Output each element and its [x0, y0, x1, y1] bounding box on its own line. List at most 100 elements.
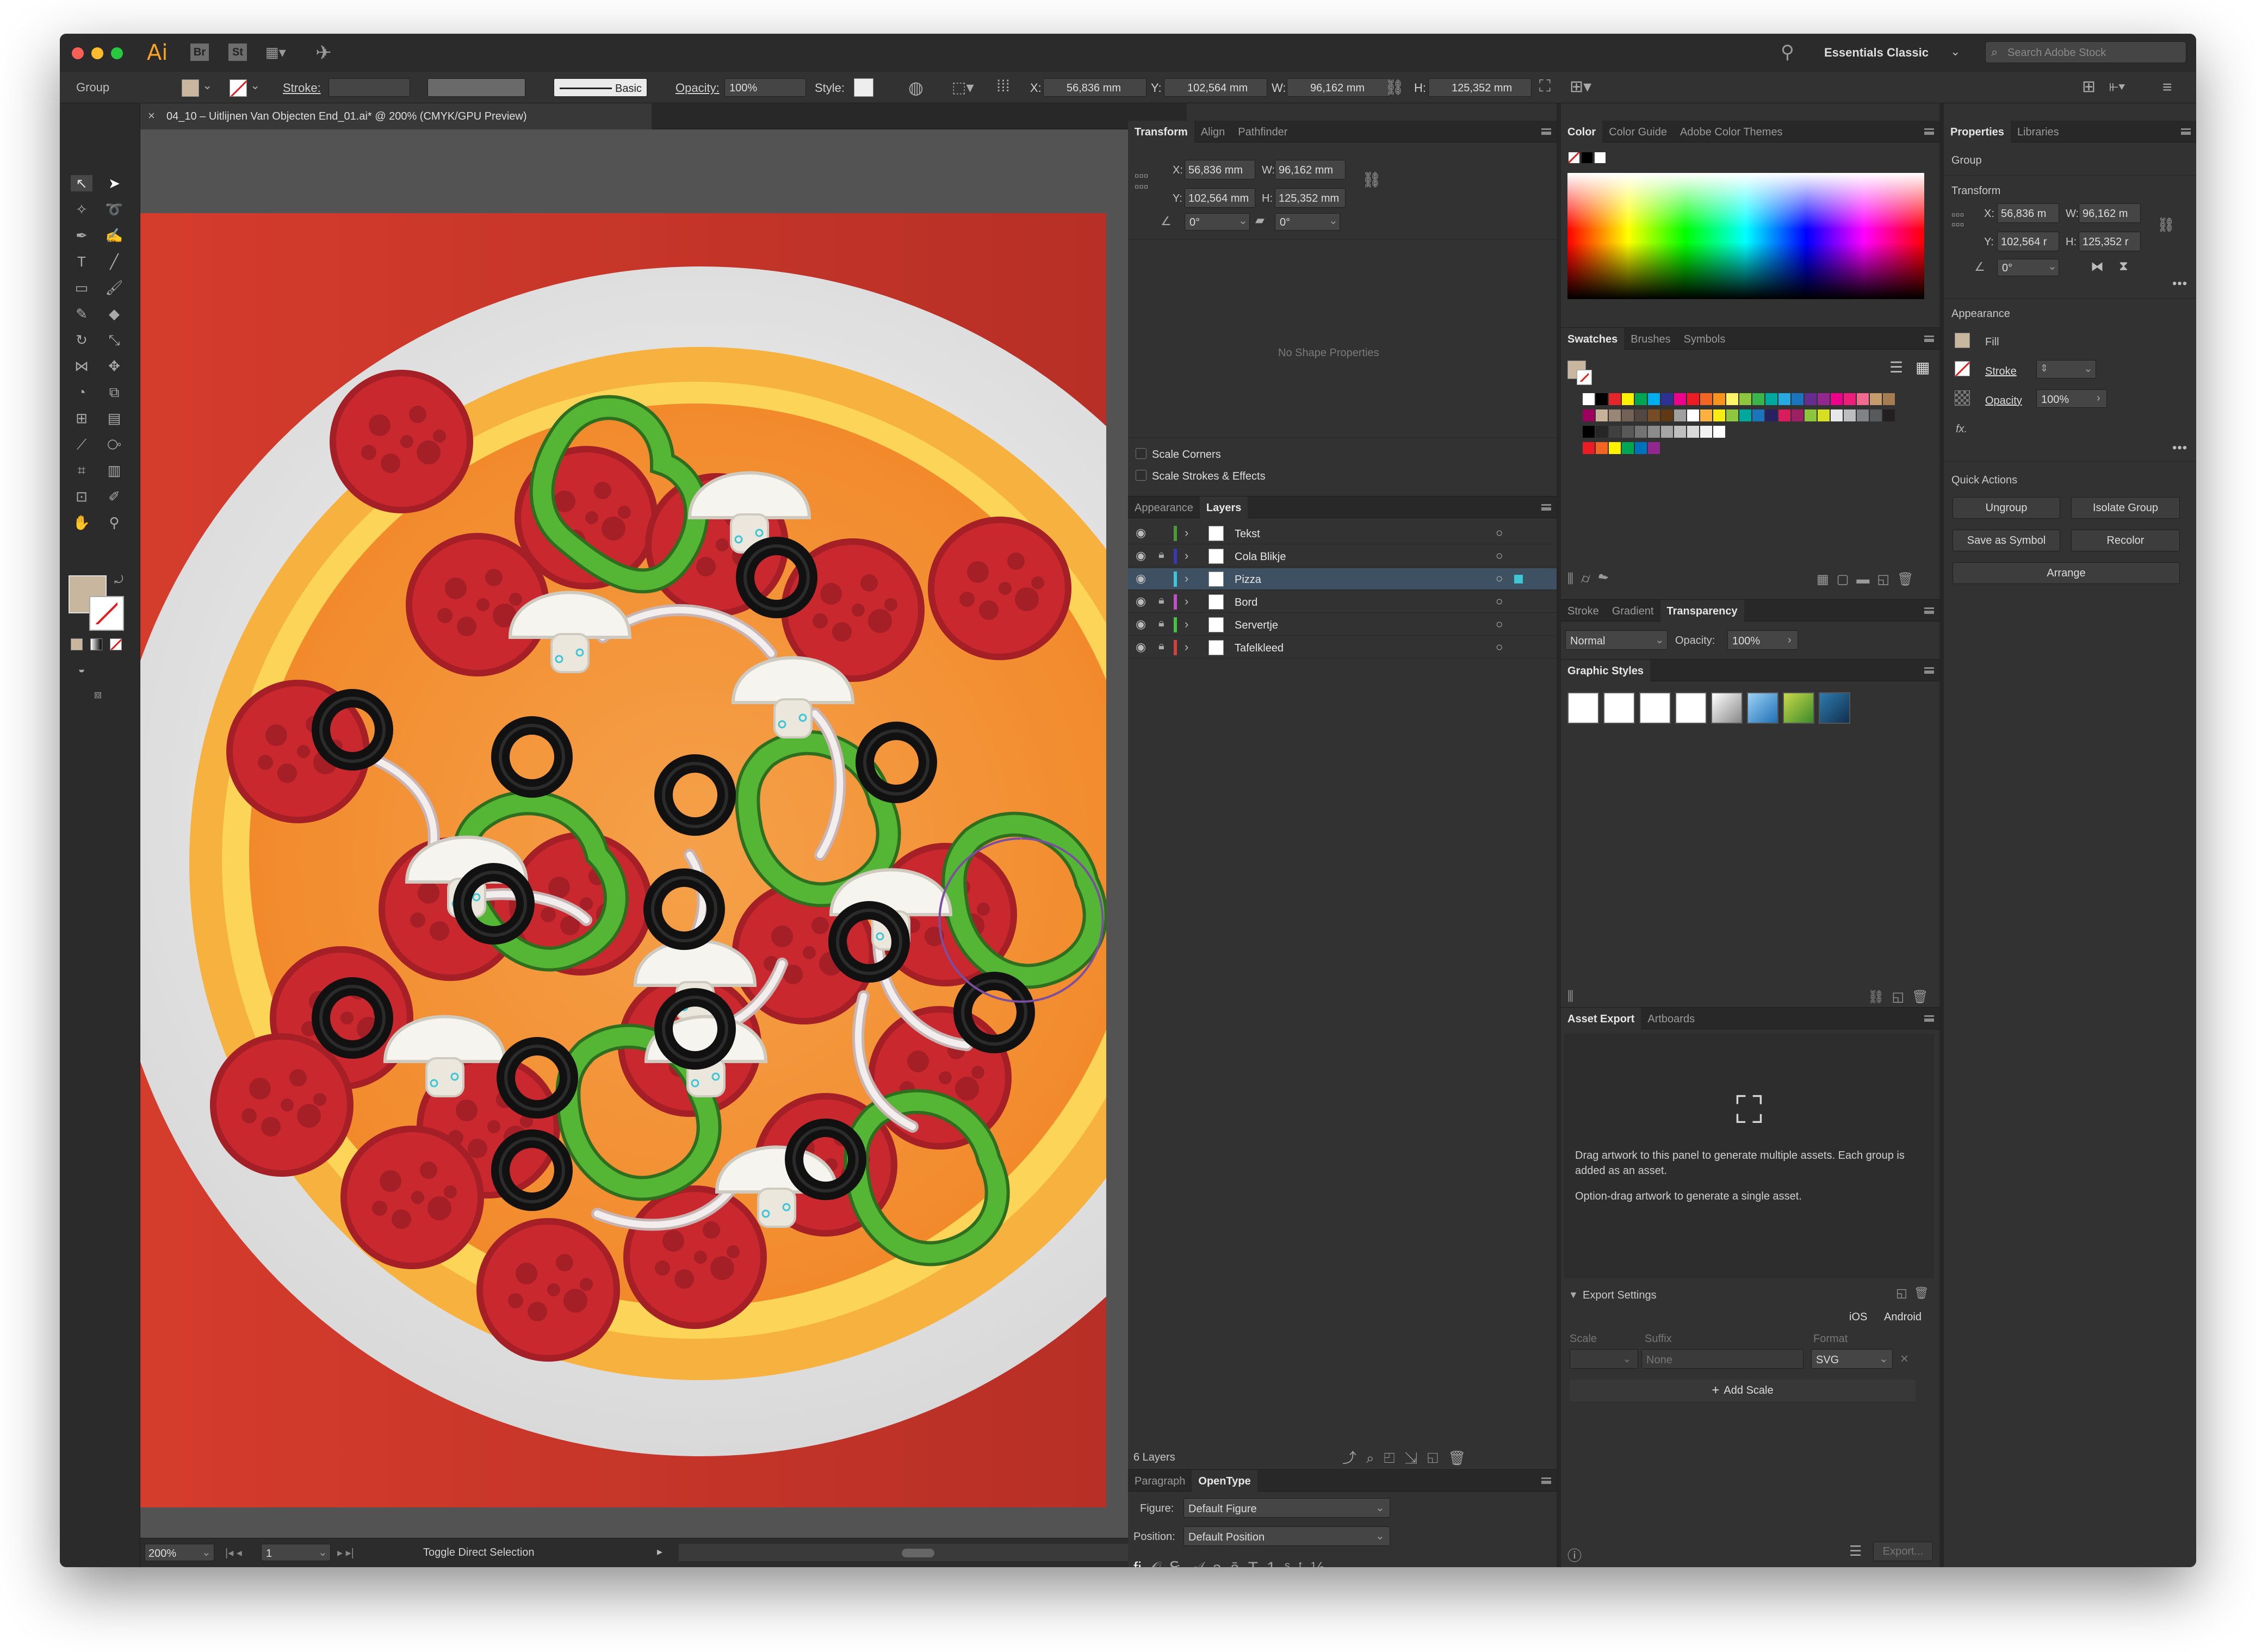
graphic-style-tile[interactable]: [1747, 692, 1778, 724]
list-view-icon[interactable]: ☰: [1889, 358, 1903, 376]
tab-properties[interactable]: Properties: [1944, 121, 2011, 142]
expand-arrow-icon[interactable]: ›: [1185, 640, 1188, 654]
recolor-artwork-icon[interactable]: ◍: [908, 77, 924, 98]
eye-icon[interactable]: ◉: [1136, 640, 1146, 654]
locate-object-icon[interactable]: ⌕: [1366, 1450, 1384, 1466]
width-tool-icon[interactable]: ⋈: [71, 358, 92, 374]
color-swatch[interactable]: [1726, 409, 1738, 421]
graphic-style-tile[interactable]: [1675, 692, 1707, 724]
x-field[interactable]: 56,836 mm: [1043, 78, 1146, 97]
target-icon[interactable]: ○: [1496, 617, 1503, 631]
perspective-grid-tool-icon[interactable]: ⧉: [103, 384, 125, 400]
show-kinds-icon[interactable]: ⌭: [1581, 572, 1598, 586]
add-scale-button[interactable]: + Add Scale: [1570, 1380, 1916, 1401]
tab-brushes[interactable]: Brushes: [1624, 328, 1677, 350]
flip-vertical-icon[interactable]: ⧗: [2119, 259, 2128, 274]
color-swatch[interactable]: [1805, 393, 1817, 405]
color-swatch[interactable]: [1778, 393, 1790, 405]
cloud-icon[interactable]: ☁: [1598, 572, 1616, 586]
delete-swatch-icon[interactable]: 🗑: [1897, 572, 1921, 587]
target-icon[interactable]: ○: [1496, 640, 1503, 654]
color-swatch[interactable]: [1648, 409, 1660, 421]
color-swatch[interactable]: [1648, 393, 1660, 405]
suffix-input[interactable]: None: [1641, 1349, 1803, 1369]
color-swatch[interactable]: [1609, 393, 1621, 405]
color-swatch[interactable]: [1792, 393, 1803, 405]
none-mode-icon[interactable]: [110, 638, 122, 650]
panel-menu-icon[interactable]: [1924, 667, 1934, 674]
color-swatch[interactable]: [1635, 426, 1647, 438]
stock-button[interactable]: St: [228, 44, 247, 61]
shear-angle-field[interactable]: 0° ⌄: [1275, 213, 1340, 231]
color-swatch[interactable]: [1792, 409, 1803, 421]
eye-icon[interactable]: ◉: [1136, 617, 1146, 631]
color-swatch[interactable]: [1661, 409, 1673, 421]
panel-menu-icon[interactable]: [1924, 1015, 1934, 1022]
tab-asset-export[interactable]: Asset Export: [1561, 1008, 1641, 1029]
reference-point-grid-icon[interactable]: ▫▫▫ ▫▫▫: [1135, 170, 1149, 194]
color-swatch[interactable]: [1883, 393, 1895, 405]
bridge-button[interactable]: Br: [190, 44, 209, 61]
isolate-icon[interactable]: ⊞▾: [1570, 77, 1591, 96]
fill-color-swatch[interactable]: [182, 79, 199, 97]
new-style-icon[interactable]: ◱: [1892, 990, 1912, 1004]
panel-menu-icon[interactable]: [2181, 128, 2191, 135]
color-swatch[interactable]: [1583, 426, 1595, 438]
artboard-nav-first-icon[interactable]: |◂ ◂: [225, 1546, 242, 1560]
variable-width-profile[interactable]: [427, 78, 525, 97]
expand-arrow-icon[interactable]: ›: [1185, 549, 1188, 563]
color-swatch[interactable]: [1583, 393, 1595, 405]
tab-layers[interactable]: Layers: [1199, 496, 1248, 518]
color-swatch[interactable]: [1596, 442, 1608, 454]
color-swatch[interactable]: [1765, 393, 1777, 405]
tab-color[interactable]: Color: [1561, 121, 1603, 142]
layer-name[interactable]: Cola Blikje: [1235, 551, 1286, 563]
ordinal-icon[interactable]: T: [1248, 1559, 1267, 1567]
color-swatch[interactable]: [1713, 426, 1725, 438]
layer-name[interactable]: Tafelkleed: [1235, 642, 1284, 655]
graphic-style-tile[interactable]: [1819, 692, 1850, 724]
color-swatch[interactable]: [1883, 409, 1895, 421]
puppet-warp-tool-icon[interactable]: ✥: [103, 358, 125, 374]
color-swatch[interactable]: [1635, 393, 1647, 405]
tab-pathfinder[interactable]: Pathfinder: [1231, 121, 1294, 142]
color-swatch[interactable]: [1857, 393, 1869, 405]
brush-definition[interactable]: Basic: [554, 78, 647, 97]
chevron-down-icon[interactable]: ⌄: [202, 78, 212, 92]
align-to-selection-icon[interactable]: ⬚▾: [952, 78, 974, 96]
color-swatch[interactable]: [1818, 393, 1830, 405]
tab-paragraph[interactable]: Paragraph: [1128, 1470, 1192, 1492]
ligature-icon[interactable]: ﬁ: [1133, 1559, 1150, 1567]
target-icon[interactable]: ○: [1496, 526, 1503, 540]
expand-arrow-icon[interactable]: ›: [1185, 594, 1188, 608]
tab-artboards[interactable]: Artboards: [1641, 1008, 1701, 1029]
lock-icon[interactable]: 🔒︎: [1158, 617, 1164, 630]
tab-transparency[interactable]: Transparency: [1660, 600, 1744, 622]
paintbrush-tool-icon[interactable]: 🖌: [103, 280, 125, 296]
ios-preset[interactable]: iOS: [1849, 1311, 1867, 1324]
rotate-tool-icon[interactable]: ↻: [71, 332, 92, 348]
curvature-tool-icon[interactable]: ✍: [103, 227, 125, 244]
zoom-tool-icon[interactable]: ⚲: [103, 514, 125, 531]
recolor-button[interactable]: Recolor: [2071, 530, 2180, 551]
stroke-none-swatch[interactable]: [230, 79, 247, 97]
export-queue-icon[interactable]: ☰: [1849, 1543, 1862, 1560]
column-graph-tool-icon[interactable]: ▥: [103, 462, 125, 479]
panel-menu-icon[interactable]: [1541, 1477, 1551, 1484]
color-swatch[interactable]: [1674, 426, 1686, 438]
draw-mode-icon[interactable]: ◒: [71, 661, 92, 678]
color-swatch[interactable]: [1739, 409, 1751, 421]
tab-transform[interactable]: Transform: [1128, 121, 1194, 142]
graphic-style-tile[interactable]: [1567, 692, 1599, 724]
tab-libraries[interactable]: Libraries: [2011, 121, 2066, 142]
eye-icon[interactable]: ◉: [1136, 549, 1146, 563]
arrange-button[interactable]: Arrange: [1953, 562, 2180, 584]
blend-tool-icon[interactable]: ⧂: [103, 436, 125, 452]
swatch-libraries-icon[interactable]: ⫼: [1567, 572, 1581, 586]
transparency-opacity-field[interactable]: 100% ›: [1727, 630, 1798, 650]
color-swatch[interactable]: [1831, 409, 1843, 421]
pizza-artwork[interactable]: [140, 213, 1106, 1507]
direct-selection-tool-icon[interactable]: ➤: [103, 175, 125, 191]
expand-arrow-icon[interactable]: ›: [1185, 526, 1188, 540]
color-swatch[interactable]: [1635, 442, 1647, 454]
